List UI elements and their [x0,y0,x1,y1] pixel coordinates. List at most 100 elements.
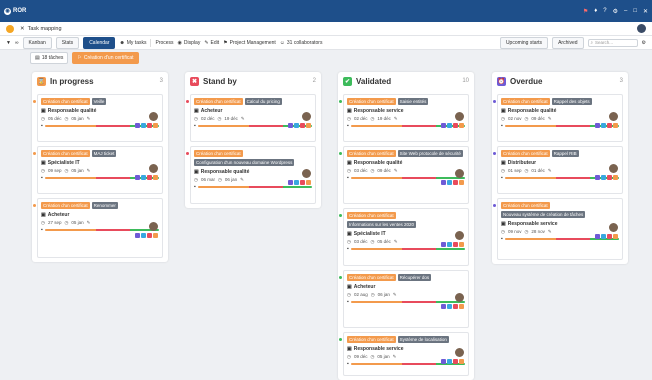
assignee-avatar[interactable] [149,222,158,231]
stats-button[interactable]: Stats [55,36,80,49]
card-dates: ◷ 09 sep ◷ 05 jan ✎ [41,167,91,174]
task-tag[interactable]: Calcul du pricing [244,98,282,105]
task-card[interactable]: Création d'un certificat Rappel des obje… [493,94,623,142]
task-card[interactable]: Création d'un certificat Calcul du prici… [186,94,316,142]
task-card[interactable]: Création d'un certificat Veille ▣ Respons… [33,94,163,142]
task-card[interactable]: Création d'un certificat Nouveau système… [493,198,623,260]
display-button[interactable]: ◉ Display [178,40,201,46]
close-icon[interactable]: ✕ [643,8,648,15]
task-card[interactable]: Création d'un certificat MAJ ticket ▣ Spé… [33,146,163,194]
minimize-icon[interactable]: – [624,8,627,14]
task-card[interactable]: Création d'un certificat Récupérer dos ▣… [339,270,469,328]
bell-icon[interactable]: ♦ [594,8,597,14]
task-card[interactable]: Création d'un certificat Renommer ▣ Achet… [33,198,163,258]
calendar-icon: ◷ [64,167,69,173]
assignee-avatar[interactable] [455,112,464,121]
project-button[interactable]: ⚑ Project Management [223,40,276,46]
task-tag[interactable]: Configuration d'un nouveau domaine Wordp… [194,159,295,166]
task-card[interactable]: Création d'un certificat Système de loca… [339,332,469,376]
member-badges [135,123,158,128]
help-icon[interactable]: ? [603,8,606,14]
process-tag[interactable]: Création d'un certificat [501,98,550,105]
checklist-icon: ▪ [347,299,349,305]
user-avatar[interactable] [637,24,646,33]
task-tag[interactable]: Récupérer dos [397,274,432,281]
edit-button[interactable]: ✎ Edit [204,40,219,46]
gear-icon[interactable]: ⚙ [613,8,618,15]
briefcase-icon: ▣ [41,212,46,218]
column-4: ⏰ Overdue 3 Création d'un certificat Rap… [492,72,628,264]
process-tag[interactable]: Création d'un certificat [501,150,550,157]
document-tab[interactable]: ✕ Task mapping [20,26,62,32]
assignee-avatar[interactable] [609,164,618,173]
archived-button[interactable]: Archived [552,36,584,49]
task-tag[interactable]: Rappel RIB [551,150,579,157]
calendar-icon: ◷ [217,115,222,121]
task-card[interactable]: Création d'un certificat Informations su… [339,208,469,266]
assignee-avatar[interactable] [302,112,311,121]
calendar-icon: ◷ [370,291,375,297]
task-tag[interactable]: Nouveau système de création de tâches [501,211,586,218]
task-tag[interactable]: Site Web protocole de sécurité [397,150,463,157]
process-tag[interactable]: Création d'un certificat [347,150,396,157]
assignee-avatar[interactable] [609,112,618,121]
assignee-avatar[interactable] [455,169,464,178]
attachment-icon: ✎ [547,115,552,121]
progress-bar [350,248,465,250]
process-tag[interactable]: Création d'un certificat [501,202,550,209]
task-card[interactable]: Création d'un certificat Configuration d… [186,146,316,204]
assignee-avatar[interactable] [609,223,618,232]
checklist-icon: ▪ [501,175,503,181]
card-dates: ◷ 02 nov ◷ 09 déc ✎ [501,115,552,122]
tab-close-icon[interactable]: ✕ [20,26,25,32]
briefcase-icon: ▣ [347,231,352,237]
task-tag[interactable]: Informations sur les ventes 2020 [347,221,417,228]
checklist-icon: ▪ [41,123,43,129]
upcoming-starts-button[interactable]: Upcoming starts [499,36,549,49]
process-tag[interactable]: Création d'un certificat [41,202,90,209]
task-tag[interactable]: Système de localisation [397,336,449,343]
filter-icon[interactable]: ▼ [6,40,11,46]
task-tag[interactable]: Saisie entités [397,98,429,105]
process-tag[interactable]: Création d'un certificat [41,150,90,157]
task-tag[interactable]: Rappel des objets [551,98,592,105]
task-card[interactable]: Création d'un certificat Saisie entités … [339,94,469,142]
task-tag[interactable]: Veille [91,98,107,105]
process-tag[interactable]: Création d'un certificat [194,98,243,105]
maximize-icon[interactable]: □ [633,8,637,14]
calendar-button[interactable]: Calendar [83,36,116,49]
assignee-avatar[interactable] [455,231,464,240]
link-icon[interactable]: ∞ [15,40,19,46]
process-tag[interactable]: Création d'un certificat [347,212,396,219]
kanban-button[interactable]: Kanban [22,36,52,49]
clock-icon: ◷ [347,115,351,121]
task-tag[interactable]: MAJ ticket [91,150,117,157]
process-tag[interactable]: Création d'un certificat [347,98,396,105]
process-button[interactable]: Process [155,40,173,46]
task-tag[interactable]: Renommer [91,202,118,209]
clock-icon: ◷ [194,176,198,182]
title-bar: ◉ ROR ⚑ ♦ ? ⚙ – □ ✕ [0,0,652,22]
clock-icon: ◷ [501,228,505,234]
task-card[interactable]: Création d'un certificat Site Web protoc… [339,146,469,204]
assignee-avatar[interactable] [149,164,158,173]
assignee-avatar[interactable] [149,112,158,121]
assignee-avatar[interactable] [455,293,464,302]
task-card[interactable]: Création d'un certificat Rappel RIB ▣ Dis… [493,146,623,194]
process-tag[interactable]: Création d'un certificat [194,150,243,157]
alert-icon[interactable]: ⚑ [583,8,588,15]
my-tasks-button[interactable]: ☻ My tasks [119,40,146,46]
assignee-avatar[interactable] [455,348,464,357]
assignee-avatar[interactable] [302,169,311,178]
edit-icon: ✎ [204,39,209,46]
process-tag[interactable]: Création d'un certificat [41,98,90,105]
settings-icon[interactable]: ⚙ [642,40,646,46]
divider [150,38,152,47]
search-input[interactable]: ⌕ Search... [587,38,638,47]
collaborators-button[interactable]: ☺ 31 collaborators [280,40,323,46]
process-tag[interactable]: Création d'un certificat [347,336,396,343]
task-count-chip[interactable]: ▤ 18 tâches [30,52,69,64]
process-tag[interactable]: Création d'un certificat [347,274,396,281]
certificate-filter-chip[interactable]: ⚐ Création d'un certificat [72,52,139,64]
calendar-icon: ◷ [370,353,375,359]
